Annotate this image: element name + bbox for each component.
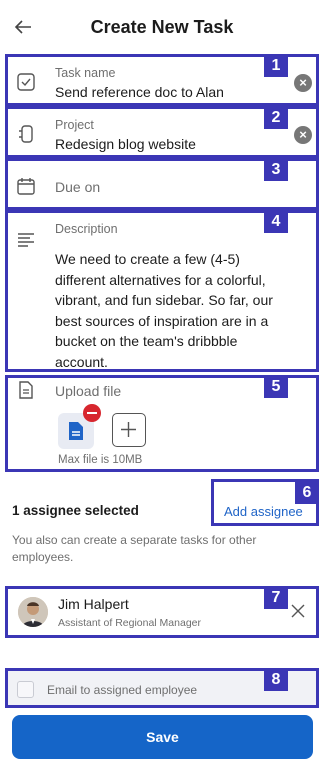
- calendar-icon: [17, 178, 35, 195]
- project-field[interactable]: Project Redesign blog website 2 ×: [5, 106, 319, 158]
- email-option-label: Email to assigned employee: [47, 683, 198, 697]
- project-label: Project: [55, 118, 94, 132]
- annotation-badge-7: 7: [264, 587, 288, 609]
- app-header: Create New Task: [0, 0, 324, 56]
- document-icon: [19, 381, 33, 399]
- clear-project-icon[interactable]: ×: [294, 126, 312, 144]
- upload-file-label: Upload file: [55, 383, 122, 399]
- plus-icon: [121, 422, 136, 437]
- page-title: Create New Task: [90, 17, 234, 37]
- upload-hint: Max file is 10MB: [58, 454, 143, 466]
- avatar: [18, 597, 48, 627]
- task-name-label: Task name: [55, 66, 116, 80]
- add-assignee-label: Add assignee: [224, 504, 303, 519]
- annotation-badge-4: 4: [264, 211, 288, 233]
- task-name-field[interactable]: Task name Send reference doc to Alan 1 ×: [5, 54, 319, 106]
- clear-task-name-icon[interactable]: ×: [294, 74, 312, 92]
- file-icon: [69, 422, 83, 440]
- task-name-value[interactable]: Send reference doc to Alan: [55, 84, 224, 100]
- add-file-button[interactable]: [112, 413, 146, 447]
- remove-file-icon[interactable]: [83, 404, 101, 422]
- upload-file-field: Upload file Max file is 10MB 5: [5, 375, 319, 472]
- due-date-field[interactable]: Due on 3: [5, 158, 319, 210]
- remove-assignee-icon[interactable]: [290, 603, 306, 619]
- add-assignee-button[interactable]: Add assignee 6: [211, 479, 319, 526]
- assignee-subtext: You also can create a separate tasks for…: [12, 533, 257, 564]
- description-field[interactable]: Description We need to create a few (4-5…: [5, 210, 319, 372]
- assignee-card: Jim Halpert Assistant of Regional Manage…: [5, 586, 319, 638]
- assignee-count-heading: 1 assignee selected: [12, 503, 139, 518]
- email-checkbox[interactable]: [17, 681, 34, 698]
- save-button[interactable]: Save: [12, 715, 313, 759]
- annotation-badge-2: 2: [264, 107, 288, 129]
- description-value[interactable]: We need to create a few (4-5) different …: [55, 249, 283, 373]
- due-date-placeholder: Due on: [55, 179, 101, 195]
- annotation-badge-5: 5: [264, 376, 288, 398]
- annotation-badge-3: 3: [264, 159, 288, 181]
- assignee-role: Assistant of Regional Manager: [58, 617, 201, 629]
- assignee-name: Jim Halpert: [58, 596, 129, 612]
- annotation-badge-8: 8: [264, 669, 288, 691]
- description-label: Description: [55, 222, 118, 236]
- project-icon: [19, 125, 33, 143]
- email-option-row[interactable]: Email to assigned employee 8: [5, 668, 319, 708]
- project-value[interactable]: Redesign blog website: [55, 136, 196, 152]
- checkbox-icon: [17, 73, 35, 91]
- annotation-badge-6: 6: [295, 482, 319, 504]
- annotation-badge-1: 1: [264, 55, 288, 77]
- text-lines-icon: [18, 233, 34, 247]
